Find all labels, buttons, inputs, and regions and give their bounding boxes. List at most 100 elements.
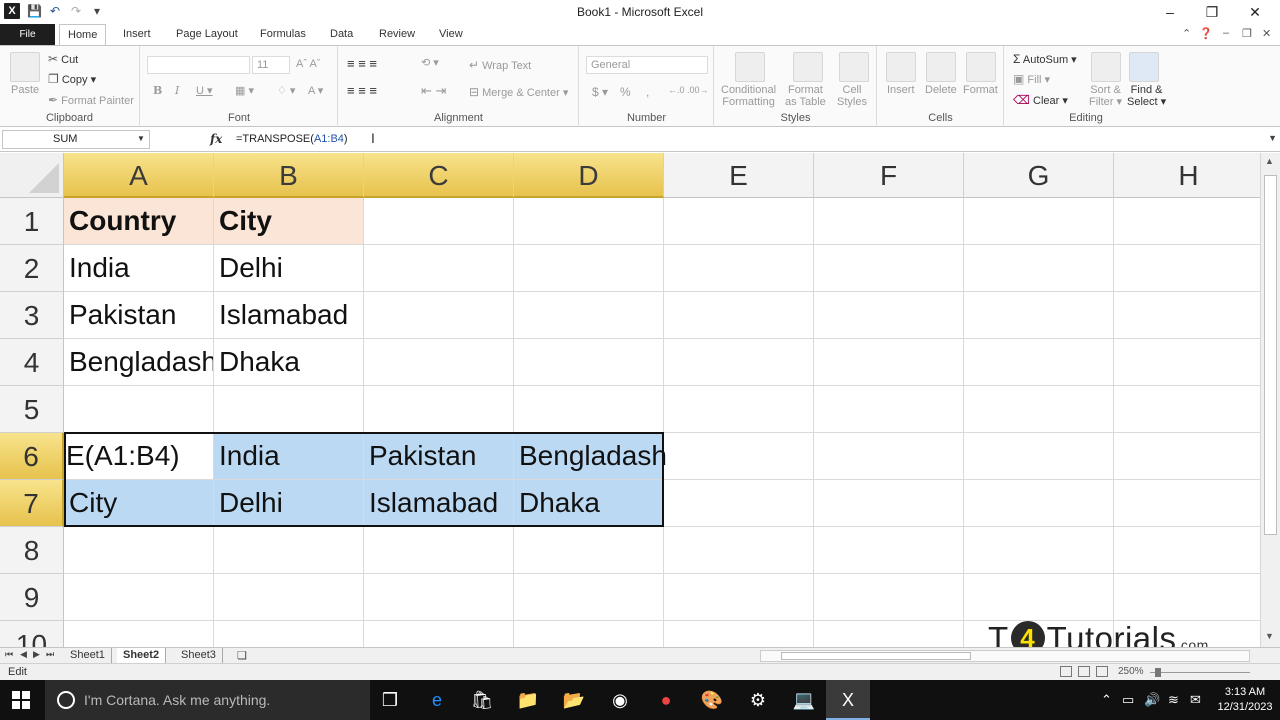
grid-cell[interactable]	[364, 386, 514, 433]
comma-icon[interactable]: ,	[646, 85, 649, 99]
tab-view[interactable]: View	[431, 24, 471, 45]
cell-b1[interactable]: City	[214, 198, 364, 245]
fill-button[interactable]: ▣ Fill ▾	[1013, 72, 1050, 86]
grid-cell[interactable]	[514, 245, 664, 292]
row-header-6[interactable]: 6	[0, 433, 64, 480]
grid-cell[interactable]	[964, 527, 1114, 574]
paste-icon[interactable]	[10, 52, 40, 82]
sheet-tab-sheet2[interactable]: Sheet2	[117, 648, 167, 664]
row-header-7[interactable]: 7	[0, 480, 64, 527]
scroll-up-icon[interactable]: ▲	[1265, 156, 1274, 166]
grid-cell[interactable]	[664, 198, 814, 245]
font-color-icon[interactable]: A ▾	[308, 84, 323, 97]
underline-icon[interactable]: U ▾	[196, 84, 213, 97]
grid-cell[interactable]	[364, 574, 514, 621]
grid-cell[interactable]	[814, 574, 964, 621]
excel-taskbar-icon[interactable]: X	[826, 680, 870, 720]
cell-a2[interactable]: India	[64, 245, 214, 292]
zoom-slider-knob[interactable]	[1155, 668, 1161, 677]
indent-icon[interactable]: ⇤ ⇥	[421, 83, 446, 99]
number-format-combo[interactable]: General	[586, 56, 708, 74]
grid-cell[interactable]	[64, 386, 214, 433]
cell-styles-button[interactable]: Cell Styles	[837, 84, 867, 108]
tab-review[interactable]: Review	[371, 24, 423, 45]
row-header-1[interactable]: 1	[0, 198, 64, 245]
row-header-10[interactable]: 10	[0, 621, 64, 647]
wrap-text-button[interactable]: ↵ Wrap Text	[469, 58, 531, 72]
grid-cell[interactable]	[514, 198, 664, 245]
close-button[interactable]: ✕	[1235, 2, 1275, 22]
grow-font-icon[interactable]: Aˆ Aˇ	[296, 58, 320, 70]
grid-cell[interactable]	[364, 245, 514, 292]
grid-cell[interactable]	[664, 292, 814, 339]
italic-icon[interactable]: I	[175, 84, 179, 97]
horizontal-scroll-thumb[interactable]	[781, 652, 971, 660]
column-header-f[interactable]: F	[814, 153, 964, 198]
ribbon-minimize-icon[interactable]: ⌃	[1182, 27, 1191, 40]
format-cells-icon[interactable]	[966, 52, 996, 82]
formula-input[interactable]: =TRANSPOSE(A1:B4)	[232, 130, 1262, 149]
grid-cell[interactable]	[364, 198, 514, 245]
cell-c6[interactable]: Pakistan	[364, 433, 514, 480]
grid-cell[interactable]	[814, 433, 964, 480]
orientation-icon[interactable]: ⟲ ▾	[421, 56, 439, 69]
insert-cells-icon[interactable]	[886, 52, 916, 82]
grid-cell[interactable]	[964, 292, 1114, 339]
last-sheet-icon[interactable]: ⏭	[46, 649, 54, 660]
binoculars-icon[interactable]	[1129, 52, 1159, 82]
sheet-tab-sheet1[interactable]: Sheet1	[64, 648, 112, 664]
grid-cell[interactable]	[64, 527, 214, 574]
grid-cell[interactable]	[514, 621, 664, 647]
cell-b6[interactable]: India	[214, 433, 364, 480]
font-name-combo[interactable]	[147, 56, 250, 74]
fill-color-icon[interactable]: ♢ ▾	[277, 84, 295, 97]
doc-close-icon[interactable]: ✕	[1262, 27, 1271, 40]
grid-cell[interactable]	[664, 621, 814, 647]
grid-cell[interactable]	[814, 527, 964, 574]
sheet-tab-sheet3[interactable]: Sheet3	[175, 648, 223, 664]
tab-page-layout[interactable]: Page Layout	[168, 24, 246, 45]
grid-cell[interactable]	[814, 292, 964, 339]
grid-cell[interactable]	[814, 245, 964, 292]
grid-cell[interactable]	[1114, 527, 1260, 574]
sort-filter-button[interactable]: Sort & Filter ▾	[1089, 84, 1122, 108]
find-select-button[interactable]: Find & Select ▾	[1127, 84, 1166, 108]
grid-cell[interactable]	[1114, 480, 1260, 527]
select-all-corner[interactable]	[0, 153, 64, 198]
grid-cell[interactable]	[214, 527, 364, 574]
next-sheet-icon[interactable]: ▶	[33, 649, 40, 660]
name-box-dropdown-icon[interactable]: ▼	[137, 134, 145, 143]
grid-cell[interactable]	[814, 386, 964, 433]
vertical-scroll-thumb[interactable]	[1264, 175, 1277, 535]
row-header-5[interactable]: 5	[0, 386, 64, 433]
format-as-table-button[interactable]: Format as Table	[785, 84, 826, 108]
zoom-level[interactable]: 250%	[1118, 666, 1144, 677]
zoom-slider[interactable]	[1150, 668, 1250, 677]
grid-cell[interactable]	[964, 245, 1114, 292]
scroll-down-icon[interactable]: ▼	[1265, 631, 1274, 641]
grid-cell[interactable]	[964, 574, 1114, 621]
merge-center-button[interactable]: ⊟ Merge & Center ▾	[469, 85, 568, 99]
grid-cell[interactable]	[64, 574, 214, 621]
volume-icon[interactable]: 🔊	[1144, 692, 1160, 708]
taskbar-clock[interactable]: 3:13 AM 12/31/2023	[1213, 685, 1277, 715]
clear-button[interactable]: ⌫ Clear ▾	[1013, 93, 1068, 107]
grid-cell[interactable]	[1114, 386, 1260, 433]
restore-button[interactable]: ❐	[1192, 2, 1232, 22]
tab-insert[interactable]: Insert	[115, 24, 159, 45]
format-cells-button[interactable]: Format	[963, 84, 998, 96]
bold-icon[interactable]: B	[153, 84, 162, 97]
grid-cell[interactable]	[1114, 339, 1260, 386]
sort-filter-icon[interactable]	[1091, 52, 1121, 82]
task-view-icon[interactable]: ❒	[368, 680, 412, 720]
grid-cell[interactable]	[514, 386, 664, 433]
doc-restore-icon[interactable]: ❐	[1242, 27, 1252, 40]
edge-browser-icon[interactable]: e	[415, 680, 459, 720]
page-layout-view-icon[interactable]	[1078, 666, 1090, 677]
chrome-icon[interactable]: ●	[644, 680, 688, 720]
app-icon-generic[interactable]: ⚙	[736, 680, 780, 720]
grid-cell[interactable]	[664, 433, 814, 480]
cortana-search-box[interactable]: I'm Cortana. Ask me anything.	[45, 680, 370, 720]
doc-minimize-icon[interactable]: –	[1223, 27, 1229, 39]
monitor-icon[interactable]: 💻	[782, 680, 826, 720]
